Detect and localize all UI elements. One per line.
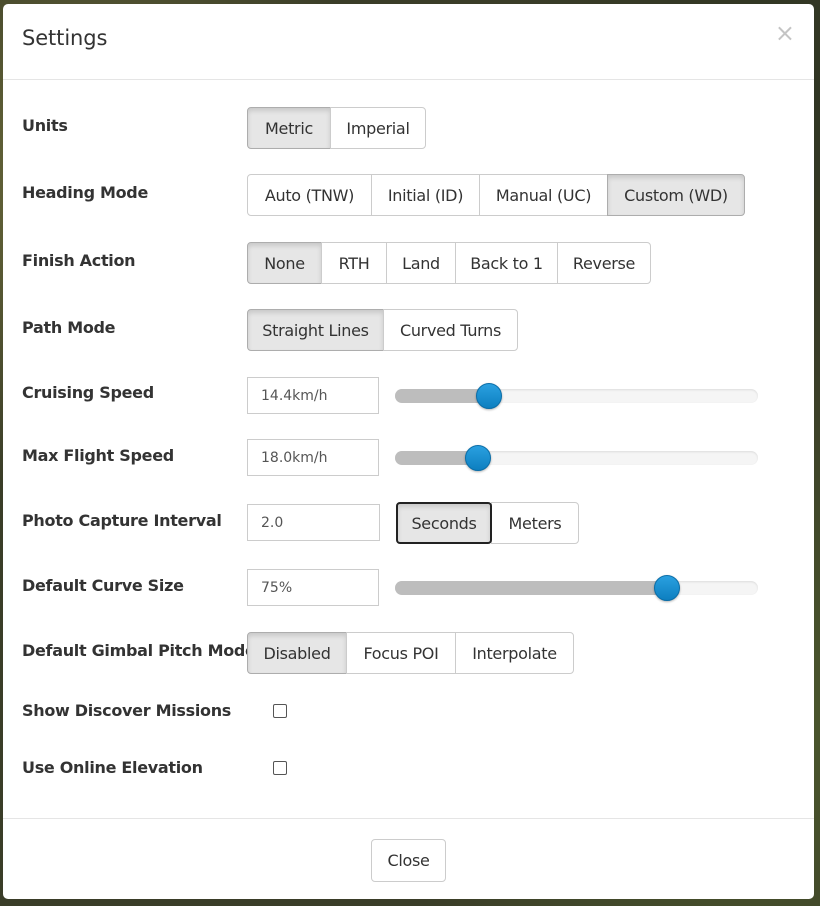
heading-mode-label: Heading Mode [22,183,149,202]
cruising-speed-slider-handle[interactable] [476,383,503,409]
dialog-footer: Close [3,818,814,899]
interval-seconds-button[interactable]: Seconds [396,502,492,544]
dialog-header: Settings × [3,4,814,80]
units-label: Units [22,116,68,135]
show-discover-missions-checkbox[interactable] [273,704,287,718]
gimbal-disabled-button[interactable]: Disabled [247,632,347,674]
use-online-elevation-label: Use Online Elevation [22,758,203,777]
cruising-speed-slider-fill [395,389,490,403]
default-curve-size-label: Default Curve Size [22,576,184,595]
finish-land-button[interactable]: Land [386,242,456,284]
cruising-speed-input[interactable]: 14.4km/h [247,377,379,414]
show-discover-missions-label: Show Discover Missions [22,701,232,720]
max-flight-speed-slider[interactable] [395,445,758,471]
max-flight-speed-input[interactable]: 18.0km/h [247,439,379,476]
units-metric-button[interactable]: Metric [247,107,331,149]
finish-action-toggle: None RTH Land Back to 1 Reverse [247,242,651,284]
units-toggle: Metric Imperial [247,107,426,149]
path-mode-label: Path Mode [22,318,116,337]
path-straight-lines-button[interactable]: Straight Lines [247,309,384,351]
photo-capture-interval-input[interactable]: 2.0 [247,504,380,541]
heading-auto-button[interactable]: Auto (TNW) [247,174,372,216]
heading-manual-button[interactable]: Manual (UC) [479,174,608,216]
cruising-speed-slider[interactable] [395,383,758,409]
default-curve-size-slider-handle[interactable] [654,575,681,601]
close-icon[interactable]: × [775,21,795,45]
default-curve-size-slider[interactable] [395,575,758,601]
settings-dialog: Settings × Units Metric Imperial Heading… [3,4,814,899]
photo-capture-interval-label: Photo Capture Interval [22,511,222,530]
default-curve-size-input[interactable]: 75% [247,569,379,606]
gimbal-interpolate-button[interactable]: Interpolate [455,632,574,674]
cruising-speed-label: Cruising Speed [22,383,154,402]
gimbal-focus-poi-button[interactable]: Focus POI [346,632,456,674]
heading-custom-button[interactable]: Custom (WD) [607,174,745,216]
finish-action-label: Finish Action [22,251,136,270]
use-online-elevation-checkbox[interactable] [273,761,287,775]
gimbal-pitch-mode-toggle: Disabled Focus POI Interpolate [247,632,574,674]
heading-mode-toggle: Auto (TNW) Initial (ID) Manual (UC) Cust… [247,174,745,216]
photo-interval-unit-toggle: Seconds Meters [396,502,579,544]
path-curved-turns-button[interactable]: Curved Turns [383,309,518,351]
default-curve-size-slider-fill [395,581,668,595]
gimbal-pitch-mode-label: Default Gimbal Pitch Mode [22,641,256,660]
finish-rth-button[interactable]: RTH [321,242,387,284]
interval-meters-button[interactable]: Meters [491,502,579,544]
path-mode-toggle: Straight Lines Curved Turns [247,309,518,351]
finish-reverse-button[interactable]: Reverse [557,242,651,284]
units-imperial-button[interactable]: Imperial [330,107,426,149]
finish-back-to-1-button[interactable]: Back to 1 [455,242,558,284]
max-flight-speed-label: Max Flight Speed [22,446,174,465]
max-flight-speed-slider-handle[interactable] [465,445,492,471]
finish-none-button[interactable]: None [247,242,322,284]
close-button[interactable]: Close [371,839,446,882]
dialog-title: Settings [22,26,108,50]
heading-initial-button[interactable]: Initial (ID) [371,174,480,216]
